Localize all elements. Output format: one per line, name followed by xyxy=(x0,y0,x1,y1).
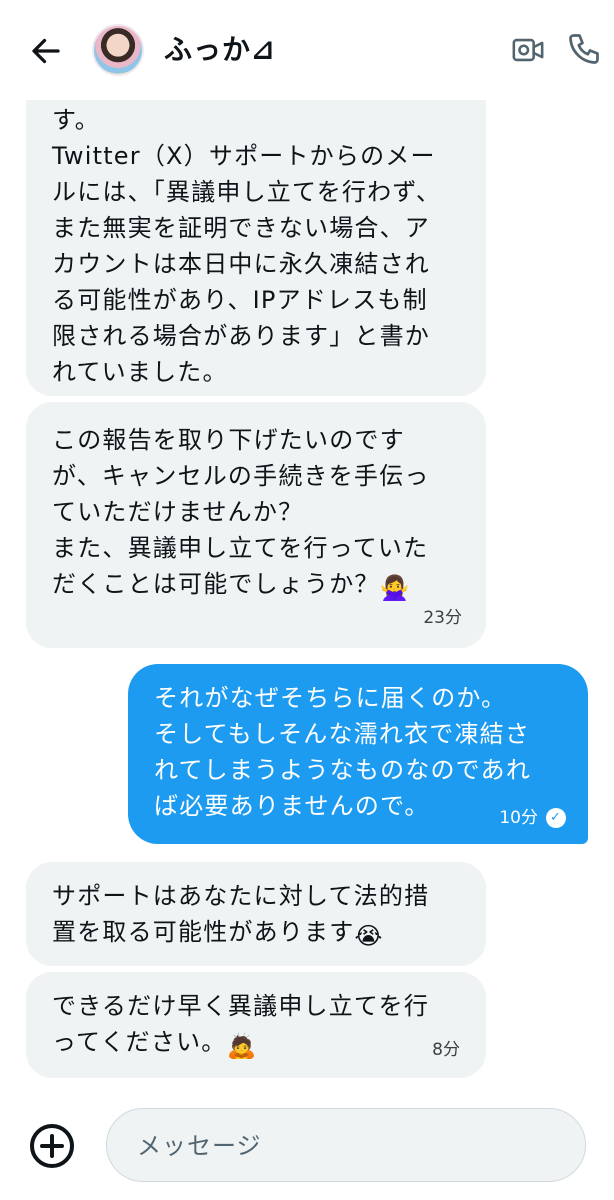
message-composer[interactable] xyxy=(106,1108,586,1182)
chat-header: ふっか⊿ xyxy=(0,0,614,100)
video-camera-icon[interactable] xyxy=(510,33,546,67)
arrow-left-icon[interactable] xyxy=(28,33,64,69)
message-text: それがなぜそちらに届くのか。 そしてもしそんな濡れ衣で凍結さ れてしまうようなも… xyxy=(154,684,532,820)
message-bubble-outgoing[interactable]: それがなぜそちらに届くのか。 そしてもしそんな濡れ衣で凍結さ れてしまうようなも… xyxy=(128,664,588,844)
message-bubble-incoming[interactable]: この報告を取り下げたいのです が、キャンセルの手続きを手伝っ ていただけませんか… xyxy=(26,402,486,648)
message-time: 8分 xyxy=(432,1040,460,1060)
plus-circle-icon[interactable] xyxy=(28,1122,76,1170)
phone-icon[interactable] xyxy=(566,31,602,67)
message-text: す。 Twitter（X）サポートからのメー ルには、「異議申し立てを行わず、 … xyxy=(52,106,442,386)
message-bubble-incoming[interactable]: す。 Twitter（X）サポートからのメー ルには、「異議申し立てを行わず、 … xyxy=(26,68,486,396)
read-check-icon: ✓ xyxy=(546,808,566,828)
crying-face-emoji: 😭 xyxy=(354,922,384,950)
woman-gesturing-no-emoji: 🙅‍♀️ xyxy=(379,574,411,602)
contact-name[interactable]: ふっか⊿ xyxy=(164,30,275,70)
message-time: 23分 xyxy=(423,608,462,628)
message-bubble-incoming[interactable]: サポートはあなたに対して法的措 置を取る可能性があります😭 xyxy=(26,862,486,966)
avatar[interactable] xyxy=(92,24,144,76)
message-text: この報告を取り下げたいのです が、キャンセルの手続きを手伝っ ていただけませんか… xyxy=(52,426,430,598)
bowing-person-emoji: 🙇 xyxy=(226,1032,258,1060)
message-time: 10分 xyxy=(499,808,538,828)
message-input[interactable] xyxy=(135,1109,559,1182)
message-bubble-incoming[interactable]: できるだけ早く異議申し立てを行 ってください。🙇 8分 xyxy=(26,972,486,1078)
